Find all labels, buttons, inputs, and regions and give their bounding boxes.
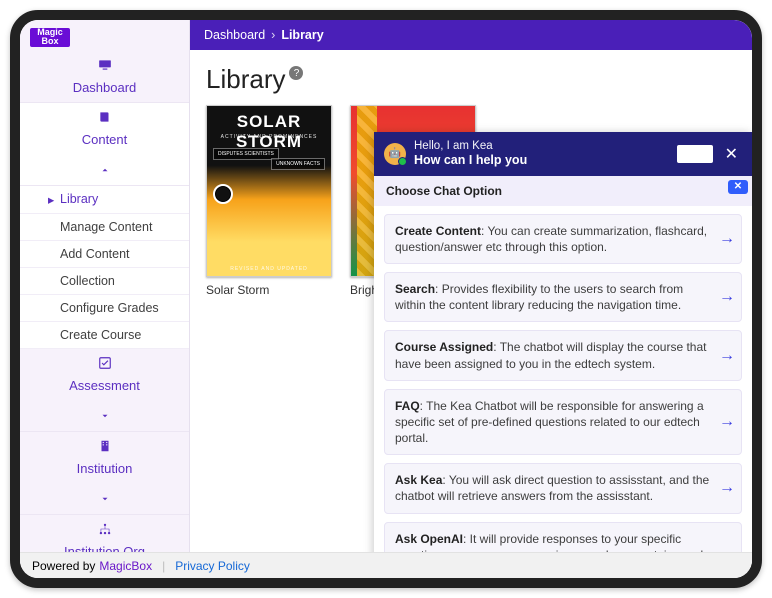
- sidebar-subitem-collection[interactable]: Collection: [20, 268, 189, 295]
- arrow-right-icon: →: [719, 345, 735, 367]
- footer-sep: |: [162, 559, 165, 573]
- chat-option-title: Course Assigned: [395, 340, 493, 354]
- cover-title: SOLAR STORM: [207, 112, 331, 152]
- breadcrumb-bar: Dashboard › Library: [190, 20, 752, 50]
- chat-subtitle: How can I help you: [414, 153, 527, 167]
- nav-label: Institution: [77, 461, 133, 476]
- chat-option-faq[interactable]: FAQ: The Kea Chatbot will be responsible…: [384, 389, 742, 456]
- sidebar-subitem-label: Create Course: [60, 328, 141, 342]
- chevron-up-icon: [100, 163, 110, 178]
- book-card[interactable]: SOLAR STORMACTIVITY AND PROMINENCES DISPU…: [206, 105, 332, 297]
- screen: Magic Box Dashboard Content: [20, 20, 752, 578]
- arrow-right-icon: →: [719, 411, 735, 433]
- minimize-button[interactable]: [677, 145, 713, 163]
- chat-option-course-assigned[interactable]: Course Assigned: The chatbot will displa…: [384, 330, 742, 380]
- arrow-right-icon: →: [719, 228, 735, 250]
- chat-option-create-content[interactable]: Create Content: You can create summariza…: [384, 214, 742, 264]
- nav-assessment[interactable]: Assessment: [20, 349, 189, 432]
- chat-choose-heading: Choose Chat Option ✕: [374, 176, 752, 206]
- footer-powered: Powered by: [32, 559, 95, 573]
- content-subnav: ▸ Library Manage Content Add Content Collect…: [20, 186, 189, 349]
- chat-options-list: Create Content: You can create summariza…: [374, 206, 752, 578]
- nav-label: Assessment: [69, 378, 140, 393]
- chat-header-text: Hello, I am Kea How can I help you: [414, 140, 527, 168]
- chat-header: 🤖 Hello, I am Kea How can I help you ✕: [374, 132, 752, 176]
- sidebar-subitem-label: Configure Grades: [60, 301, 159, 315]
- brand-logo[interactable]: Magic Box: [30, 28, 70, 47]
- sidebar-subitem-label: Collection: [60, 274, 115, 288]
- chat-panel: 🤖 Hello, I am Kea How can I help you ✕ C…: [374, 132, 752, 578]
- app-root: Magic Box Dashboard Content: [20, 20, 752, 578]
- arrow-right-icon: →: [719, 286, 735, 308]
- privacy-link[interactable]: Privacy Policy: [175, 559, 250, 573]
- nav-label: Dashboard: [73, 80, 137, 95]
- chat-option-title: FAQ: [395, 399, 420, 413]
- building-icon: [98, 439, 112, 453]
- sidebar-subitem-manage-content[interactable]: Manage Content: [20, 214, 189, 241]
- chat-choose-label: Choose Chat Option: [386, 184, 502, 198]
- sidebar-subitem-create-course[interactable]: Create Course: [20, 322, 189, 349]
- chat-option-title: Create Content: [395, 224, 481, 238]
- check-square-icon: [98, 356, 112, 370]
- nav-institution[interactable]: Institution: [20, 432, 189, 515]
- sitemap-icon: [98, 522, 112, 536]
- award-badge-icon: [213, 184, 233, 204]
- footer: Powered by MagicBox | Privacy Policy: [20, 552, 752, 578]
- chat-hello: Hello, I am Kea: [414, 140, 527, 153]
- book-cover: SOLAR STORMACTIVITY AND PROMINENCES DISPU…: [206, 105, 332, 277]
- breadcrumb-item[interactable]: Dashboard: [204, 28, 265, 42]
- footer-brand[interactable]: MagicBox: [99, 559, 152, 573]
- sidebar-subitem-configure-grades[interactable]: Configure Grades: [20, 295, 189, 322]
- sidebar-subitem-label: Manage Content: [60, 220, 152, 234]
- sidebar: Magic Box Dashboard Content: [20, 20, 190, 578]
- arrow-right-icon: →: [719, 478, 735, 500]
- nav-dashboard[interactable]: Dashboard: [20, 51, 189, 103]
- chat-option-ask-kea[interactable]: Ask Kea: You will ask direct question to…: [384, 463, 742, 513]
- chat-option-desc: : Provides flexibility to the users to s…: [395, 282, 683, 312]
- chat-option-desc: : You will ask direct question to assiss…: [395, 473, 709, 503]
- help-icon[interactable]: ?: [289, 66, 303, 80]
- chat-option-title: Ask OpenAI: [395, 532, 463, 546]
- chat-option-title: Ask Kea: [395, 473, 442, 487]
- chat-option-title: Search: [395, 282, 435, 296]
- book-icon: [98, 110, 112, 124]
- cover-chip: DISPUTES SCIENTISTS: [213, 148, 279, 160]
- nav-content[interactable]: Content: [20, 103, 189, 186]
- bullet-icon: ▸: [48, 192, 54, 207]
- nav-label: Content: [82, 132, 128, 147]
- cover-footer: REVISED AND UPDATED: [207, 266, 331, 272]
- main-area: Dashboard › Library Library ? SOLAR STOR…: [190, 20, 752, 578]
- sidebar-subitem-label: Add Content: [60, 247, 130, 261]
- chevron-down-icon: [100, 492, 110, 507]
- chat-avatar-icon: 🤖: [384, 143, 406, 165]
- monitor-icon: [98, 58, 112, 72]
- chat-option-desc: : The Kea Chatbot will be responsible fo…: [395, 399, 704, 445]
- page-title: Library: [206, 64, 285, 95]
- chat-option-search[interactable]: Search: Provides flexibility to the user…: [384, 272, 742, 322]
- sidebar-subitem-label: Library: [60, 192, 98, 206]
- breadcrumb-item[interactable]: Library: [281, 28, 323, 42]
- cover-subtitle: ACTIVITY AND PROMINENCES: [207, 134, 331, 140]
- sidebar-subitem-library[interactable]: ▸ Library: [20, 186, 189, 214]
- chevron-right-icon: ›: [271, 28, 275, 42]
- sidebar-subitem-add-content[interactable]: Add Content: [20, 241, 189, 268]
- page-title-row: Library ?: [206, 64, 752, 95]
- cover-chip: UNKNOWN FACTS: [271, 158, 325, 170]
- dismiss-icon[interactable]: ✕: [728, 180, 748, 194]
- book-title: Solar Storm: [206, 283, 332, 297]
- chevron-down-icon: [100, 409, 110, 424]
- tablet-frame: Magic Box Dashboard Content: [10, 10, 762, 588]
- close-icon[interactable]: ✕: [721, 144, 742, 164]
